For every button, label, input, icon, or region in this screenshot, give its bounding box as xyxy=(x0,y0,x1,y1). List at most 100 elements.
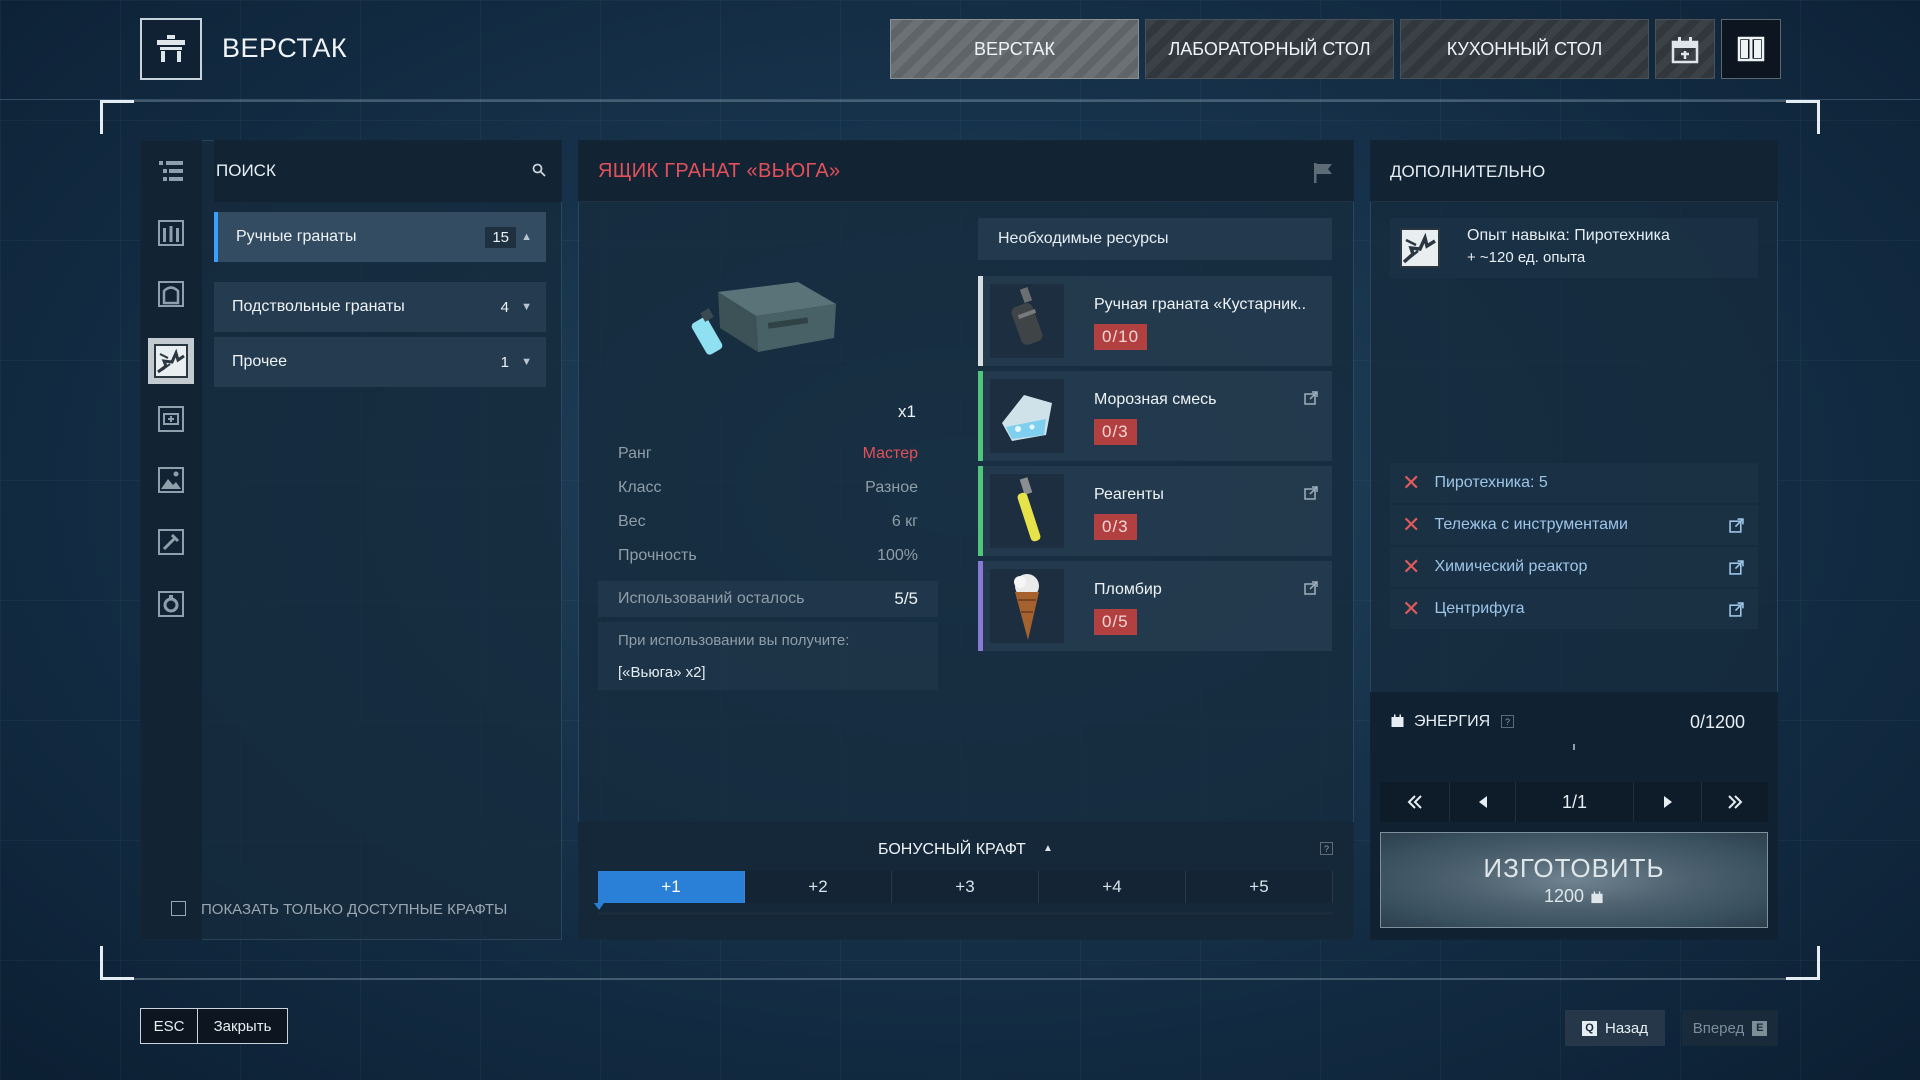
forward-label: Вперед xyxy=(1692,1019,1745,1037)
tab-kitchen-table[interactable]: КУХОННЫЙ СТОЛ xyxy=(1400,19,1649,79)
resource-item[interactable]: Ручная граната «Кустарник.. 0/10 xyxy=(978,276,1332,366)
category-underbarrel-grenades[interactable]: Подствольные гранаты 4 ▼ xyxy=(214,282,546,332)
craft-label: ИЗГОТОВИТЬ xyxy=(1483,853,1665,883)
category-count: 4 xyxy=(500,298,509,316)
tools-category-icon[interactable] xyxy=(154,525,188,559)
first-page-button[interactable] xyxy=(1380,782,1450,822)
prev-page-button[interactable] xyxy=(1450,782,1516,822)
back-button[interactable]: Q Назад xyxy=(1565,1010,1665,1046)
external-link-icon[interactable] xyxy=(1304,391,1318,405)
ice-cream-icon xyxy=(990,569,1064,643)
resource-quality-bar xyxy=(978,561,983,651)
category-label: Ручные гранаты xyxy=(236,228,357,245)
resource-item[interactable]: Реагенты 0/3 xyxy=(978,466,1332,556)
help-icon[interactable]: ? xyxy=(1501,715,1514,728)
stat-value: 6 кг xyxy=(891,513,918,530)
hand-grenade-icon xyxy=(990,284,1064,358)
device-category-icon[interactable] xyxy=(154,402,188,436)
stat-value: 100% xyxy=(877,547,918,564)
frame-bottom-line xyxy=(100,978,1820,980)
double-chevron-right-icon xyxy=(1728,795,1743,809)
requirement-item[interactable]: ✕ Центрифуга xyxy=(1390,589,1758,629)
stat-label: Вес xyxy=(618,513,646,530)
resource-count: 0/3 xyxy=(1094,514,1137,540)
tab-lab-table[interactable]: ЛАБОРАТОРНЫЙ СТОЛ xyxy=(1145,19,1394,79)
tab-workbench[interactable]: ВЕРСТАК xyxy=(890,19,1139,79)
stat-label: Класс xyxy=(618,479,662,496)
frost-mix-icon xyxy=(990,379,1064,453)
reagents-icon xyxy=(990,474,1064,548)
bonus-slider-handle[interactable] xyxy=(594,903,604,910)
skill-xp-name: Опыт навыка: Пиротехника xyxy=(1467,227,1670,244)
bonus-slider-track[interactable] xyxy=(598,912,1333,915)
close-icon: ✕ xyxy=(1402,596,1421,621)
requirement-label: Химический реактор xyxy=(1434,558,1588,575)
next-page-button[interactable] xyxy=(1634,782,1702,822)
bonus-level-button[interactable]: +2 xyxy=(745,871,892,903)
help-icon[interactable]: ? xyxy=(1320,842,1333,855)
category-hand-grenades[interactable]: Ручные гранаты 15 ▲ xyxy=(214,212,546,262)
bonus-craft-label: БОНУСНЫЙ КРАФТ xyxy=(878,841,1026,858)
stat-class: Класс Разное xyxy=(598,471,938,505)
stat-value: 5/5 xyxy=(894,589,918,608)
key-q: Q xyxy=(1582,1020,1597,1036)
requirement-item[interactable]: ✕ Химический реактор xyxy=(1390,547,1758,587)
close-icon: ✕ xyxy=(1402,554,1421,579)
category-sidebar xyxy=(140,140,202,940)
stat-uses: Использований осталось 5/5 xyxy=(598,581,938,617)
list-icon[interactable] xyxy=(154,154,188,188)
frame-corner xyxy=(100,100,134,134)
craft-button[interactable]: ИЗГОТОВИТЬ 1200 xyxy=(1380,832,1768,928)
bonus-level-button[interactable]: +4 xyxy=(1039,871,1186,903)
chevron-up-icon[interactable]: ▲ xyxy=(1043,843,1053,854)
resource-quality-bar xyxy=(978,276,983,366)
page-indicator: 1/1 xyxy=(1516,782,1634,822)
stat-label: Ранг xyxy=(618,445,652,462)
settings-category-icon[interactable] xyxy=(154,587,188,621)
external-link-icon[interactable] xyxy=(1304,581,1318,595)
external-link-icon[interactable] xyxy=(1729,517,1744,533)
esc-key[interactable]: ESC xyxy=(140,1008,198,1044)
bonus-level-button[interactable]: +5 xyxy=(1186,871,1333,903)
available-only-checkbox[interactable] xyxy=(171,901,186,916)
energy-icon xyxy=(1591,890,1603,903)
ammo-category-icon[interactable] xyxy=(154,216,188,250)
close-icon: ✕ xyxy=(1402,470,1421,495)
triangle-left-icon xyxy=(1478,796,1487,808)
skill-xp-amount: + ~120 ед. опыта xyxy=(1467,249,1586,266)
category-count: 1 xyxy=(500,353,509,371)
armor-category-icon[interactable] xyxy=(154,277,188,311)
external-link-icon[interactable] xyxy=(1729,601,1744,617)
resource-item[interactable]: Пломбир 0/5 xyxy=(978,561,1332,651)
category-other[interactable]: Прочее 1 ▼ xyxy=(214,337,546,387)
close-button[interactable]: Закрыть xyxy=(198,1008,288,1044)
bonus-level-button[interactable]: +1 xyxy=(598,871,745,903)
bonus-level-button[interactable]: +3 xyxy=(892,871,1039,903)
flag-icon[interactable] xyxy=(1312,162,1334,189)
forward-button[interactable]: Вперед E xyxy=(1682,1010,1778,1046)
resource-name: Реагенты xyxy=(1094,486,1164,503)
last-page-button[interactable] xyxy=(1702,782,1768,822)
calendar-gift-button[interactable] xyxy=(1655,19,1715,79)
search-label: ПОИСК xyxy=(216,161,276,180)
image-category-icon[interactable] xyxy=(154,463,188,497)
book-button[interactable] xyxy=(1721,19,1781,79)
page-title: ВЕРСТАК xyxy=(222,33,348,63)
requirement-label: Пиротехника: 5 xyxy=(1434,474,1548,491)
energy-icon xyxy=(1390,713,1405,733)
close-icon: ✕ xyxy=(1402,512,1421,537)
requirement-item[interactable]: ✕ Тележка с инструментами xyxy=(1390,505,1758,545)
frame-corner xyxy=(1786,100,1820,134)
item-title: ЯЩИК ГРАНАТ «ВЬЮГА» xyxy=(598,160,841,182)
external-link-icon[interactable] xyxy=(1729,559,1744,575)
energy-label: ЭНЕРГИЯ xyxy=(1414,713,1491,730)
search-icon[interactable] xyxy=(532,163,546,182)
frame-corner xyxy=(1786,946,1820,980)
available-only-label: ПОКАЗАТЬ ТОЛЬКО ДОСТУПНЫЕ КРАФТЫ xyxy=(201,901,508,918)
energy-bar-marker xyxy=(1573,744,1575,750)
resource-item[interactable]: Морозная смесь 0/3 xyxy=(978,371,1332,461)
category-label: Прочее xyxy=(232,353,288,370)
external-link-icon[interactable] xyxy=(1304,486,1318,500)
grenades-category-icon[interactable] xyxy=(148,338,194,384)
frame-top-line xyxy=(100,100,1820,102)
